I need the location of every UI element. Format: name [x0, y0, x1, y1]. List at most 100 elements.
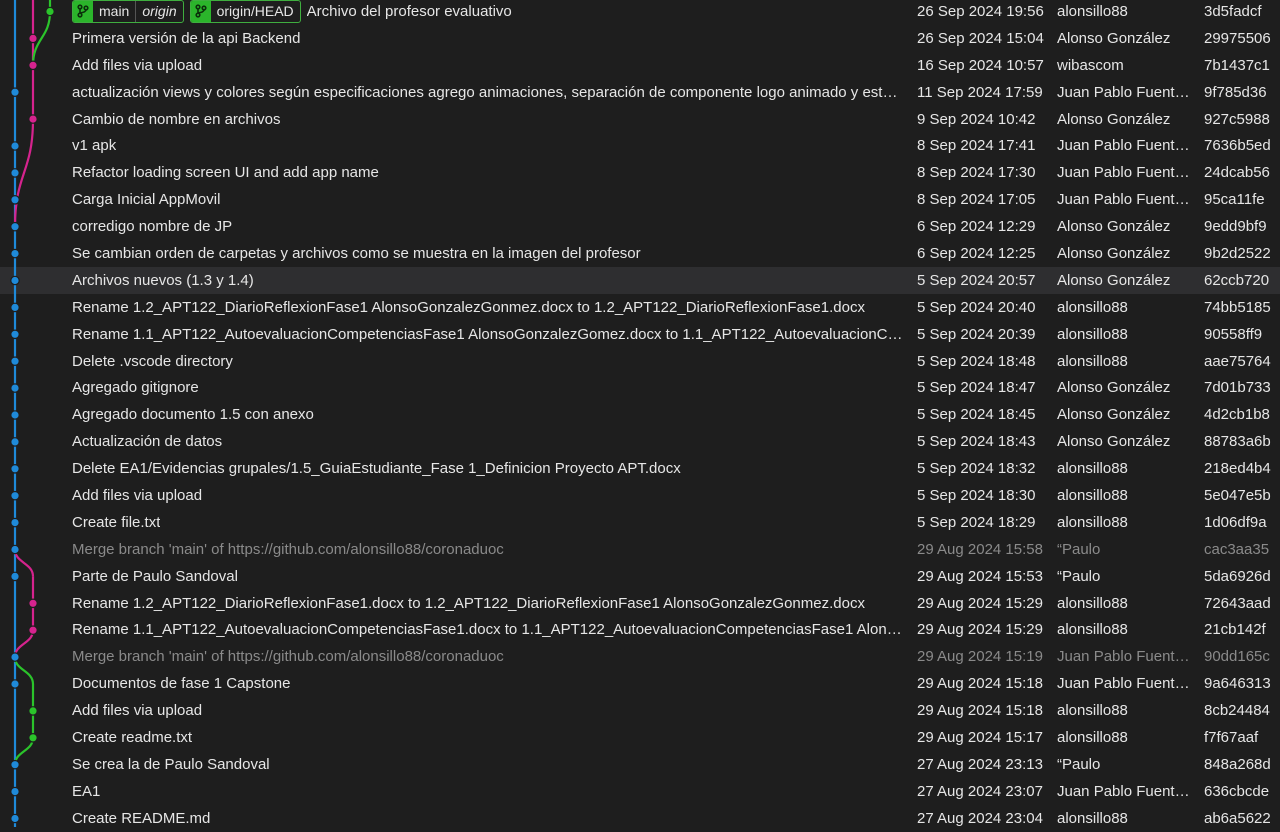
- commit-message-text: Merge branch 'main' of https://github.co…: [72, 540, 504, 558]
- commit-row[interactable]: Rename 1.2_APT122_DiarioReflexionFase1.d…: [0, 590, 1280, 617]
- commit-row[interactable]: Create file.txt 5 Sep 2024 18:29 alonsillo…: [0, 509, 1280, 536]
- commit-message-text: corredigo nombre de JP: [72, 218, 233, 236]
- commit-dot[interactable]: [28, 625, 38, 635]
- commit-message-text: Add files via upload: [72, 56, 203, 74]
- commit-row[interactable]: v1 apk 8 Sep 2024 17:41 Juan Pablo Fuente……: [0, 132, 1280, 159]
- commit-row[interactable]: Delete EA1/Evidencias grupales/1.5_GuiaE…: [0, 455, 1280, 482]
- commit-date: 29 Aug 2024 15:18: [917, 675, 1043, 693]
- commit-hash: 9edd9bf9: [1204, 218, 1267, 236]
- commit-hash: 7d01b733: [1204, 379, 1271, 397]
- commit-message: Archivos nuevos (1.3 y 1.4): [72, 272, 908, 289]
- commit-row[interactable]: Rename 1.1_APT122_AutoevaluacionCompeten…: [0, 616, 1280, 643]
- commit-row[interactable]: Se cambian orden de carpetas y archivos …: [0, 240, 1280, 267]
- commit-dot[interactable]: [10, 410, 20, 420]
- commit-row[interactable]: Primera versión de la api Backend 26 Sep …: [0, 25, 1280, 52]
- commit-message-text: Add files via upload: [72, 702, 203, 720]
- commit-dot[interactable]: [10, 571, 20, 582]
- commit-date: 5 Sep 2024 18:30: [917, 486, 1036, 504]
- commit-dot[interactable]: [45, 6, 55, 17]
- commit-row[interactable]: Rename 1.1_APT122_AutoevaluacionCompeten…: [0, 321, 1280, 348]
- commit-author: “Paulo: [1057, 755, 1101, 773]
- commit-hash: 90dd165c: [1204, 648, 1270, 666]
- commit-date: 6 Sep 2024 12:25: [917, 244, 1036, 262]
- commit-row[interactable]: Documentos de fase 1 Capstone 29 Aug 2024…: [0, 670, 1280, 697]
- commit-author: alonsillo88: [1057, 728, 1128, 746]
- commit-message-text: Delete .vscode directory: [72, 352, 233, 370]
- commit-message: main origin origin/HEAD Archivo del profeso…: [72, 0, 908, 23]
- commit-row[interactable]: actualización views y colores según espe…: [0, 79, 1280, 106]
- commit-row[interactable]: Se crea la de Paulo Sandoval 27 Aug 2024 …: [0, 751, 1280, 778]
- commit-dot[interactable]: [10, 141, 20, 151]
- commit-author: alonsillo88: [1057, 486, 1128, 504]
- commit-hash: 95ca11fe: [1204, 191, 1265, 209]
- commit-dot[interactable]: [10, 544, 20, 555]
- commit-dot[interactable]: [10, 813, 20, 824]
- commit-dot[interactable]: [28, 33, 38, 44]
- commit-row[interactable]: Cambio de nombre en archivos 9 Sep 2024 1…: [0, 106, 1280, 133]
- commit-row[interactable]: Refactor loading screen UI and add app n…: [0, 159, 1280, 186]
- commit-row[interactable]: Archivos nuevos (1.3 y 1.4) 5 Sep 2024 20…: [0, 266, 1280, 294]
- commit-row[interactable]: Merge branch 'main' of https://github.co…: [0, 643, 1280, 670]
- commit-dot[interactable]: [10, 275, 20, 286]
- commit-dot[interactable]: [10, 437, 20, 447]
- commit-row[interactable]: corredigo nombre de JP 6 Sep 2024 12:29 Al…: [0, 213, 1280, 240]
- commit-row[interactable]: Agregado gitignore 5 Sep 2024 18:47 Alonso…: [0, 374, 1280, 401]
- commit-dot[interactable]: [10, 329, 20, 340]
- commit-dot[interactable]: [10, 759, 20, 770]
- commit-row[interactable]: Carga Inicial AppMovil 8 Sep 2024 17:05 Ju…: [0, 186, 1280, 213]
- commit-author: Alonso González: [1057, 110, 1171, 128]
- commit-row[interactable]: Add files via upload 16 Sep 2024 10:57 wib…: [0, 52, 1280, 79]
- commit-row[interactable]: Create readme.txt 29 Aug 2024 15:17 alonsi…: [0, 724, 1280, 751]
- commit-dot[interactable]: [10, 652, 20, 662]
- commit-dot[interactable]: [10, 517, 20, 528]
- commit-dot[interactable]: [10, 302, 20, 313]
- commit-author: alonsillo88: [1057, 325, 1128, 343]
- commit-row[interactable]: Add files via upload 29 Aug 2024 15:18 alo…: [0, 697, 1280, 724]
- commit-date: 27 Aug 2024 23:07: [917, 782, 1043, 800]
- commit-row[interactable]: Actualización de datos 5 Sep 2024 18:43 Al…: [0, 428, 1280, 455]
- commit-dot[interactable]: [10, 356, 20, 366]
- commit-dot[interactable]: [10, 463, 20, 474]
- commit-message-text: Carga Inicial AppMovil: [72, 191, 221, 209]
- commit-author: Juan Pablo Fuente…: [1057, 648, 1195, 666]
- commit-dot[interactable]: [10, 195, 20, 205]
- branch-badge-main[interactable]: main origin: [72, 0, 184, 23]
- commit-dot[interactable]: [10, 786, 20, 797]
- commit-message: actualización views y colores según espe…: [72, 84, 908, 101]
- commit-dot[interactable]: [28, 598, 38, 609]
- commit-row[interactable]: Merge branch 'main' of https://github.co…: [0, 536, 1280, 563]
- commit-date: 5 Sep 2024 20:57: [917, 271, 1036, 289]
- commit-dot[interactable]: [28, 114, 38, 124]
- commit-message-text: Add files via upload: [72, 486, 203, 504]
- commit-dot[interactable]: [10, 383, 20, 393]
- commit-message: Rename 1.1_APT122_AutoevaluacionCompeten…: [72, 326, 908, 343]
- commit-date: 8 Sep 2024 17:30: [917, 164, 1036, 182]
- commit-row[interactable]: Rename 1.2_APT122_DiarioReflexionFase1 A…: [0, 294, 1280, 321]
- commit-hash: 848a268d: [1204, 755, 1271, 773]
- commit-message-text: Create README.md: [72, 809, 211, 827]
- graph-line: [13, 737, 35, 765]
- commit-dot[interactable]: [28, 60, 38, 71]
- commit-row[interactable]: Delete .vscode directory 5 Sep 2024 18:48…: [0, 348, 1280, 375]
- commit-dot[interactable]: [10, 168, 20, 178]
- commit-message: Rename 1.2_APT122_DiarioReflexionFase1 A…: [72, 299, 908, 316]
- commit-dot[interactable]: [10, 490, 20, 501]
- commit-hash: 9a646313: [1204, 675, 1271, 693]
- commit-dot[interactable]: [10, 221, 20, 232]
- commit-row[interactable]: Agregado documento 1.5 con anexo 5 Sep 20…: [0, 401, 1280, 428]
- commit-message-text: Rename 1.1_APT122_AutoevaluacionCompeten…: [72, 621, 908, 639]
- commit-row[interactable]: Add files via upload 5 Sep 2024 18:30 alon…: [0, 482, 1280, 509]
- commit-row[interactable]: Parte de Paulo Sandoval 29 Aug 2024 15:53…: [0, 563, 1280, 590]
- commit-row[interactable]: Create README.md 27 Aug 2024 23:04 alonsil…: [0, 805, 1280, 832]
- branch-badge-origin-head[interactable]: origin/HEAD: [189, 0, 301, 23]
- commit-dot[interactable]: [10, 679, 20, 689]
- commit-message-text: Cambio de nombre en archivos: [72, 110, 281, 128]
- commit-dot[interactable]: [10, 87, 20, 97]
- commit-dot[interactable]: [10, 248, 20, 259]
- commit-author: wibascom: [1057, 56, 1124, 74]
- commit-row[interactable]: EA1 27 Aug 2024 23:07 Juan Pablo Fuente… 63…: [0, 778, 1280, 805]
- commit-dot[interactable]: [28, 732, 38, 743]
- commit-row[interactable]: main origin origin/HEAD Archivo del profeso…: [0, 0, 1280, 25]
- commit-dot[interactable]: [28, 706, 38, 716]
- commit-hash: 21cb142f: [1204, 621, 1266, 639]
